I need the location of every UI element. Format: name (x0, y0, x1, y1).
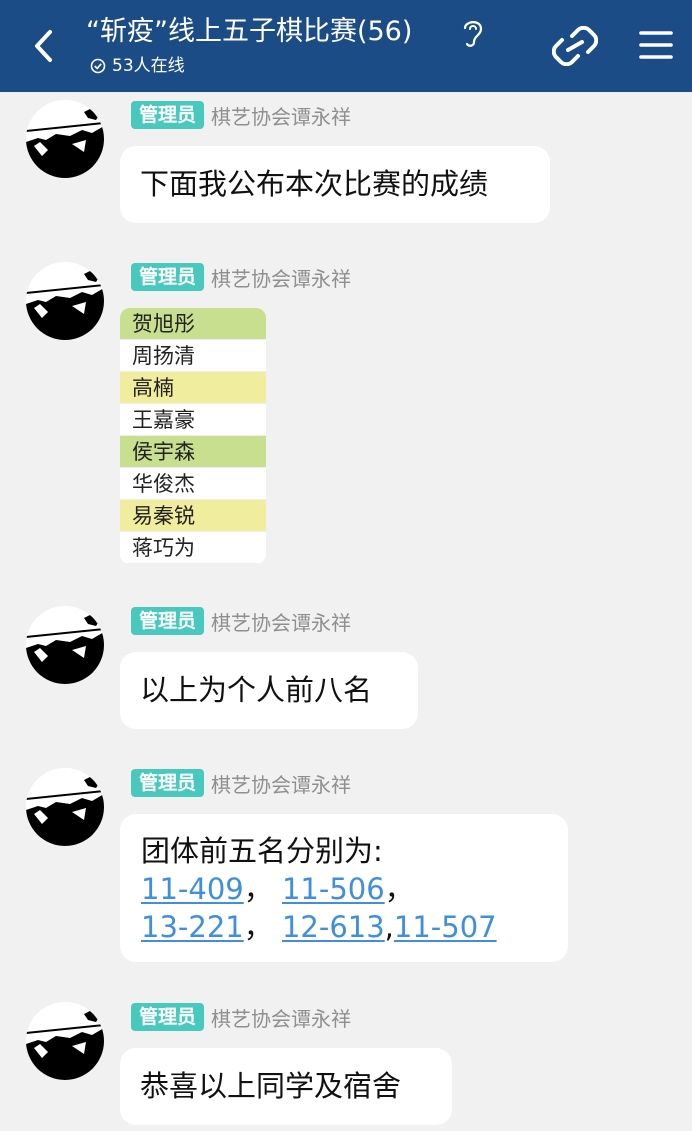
message-meta: 管理员 棋艺协会谭永祥 (131, 100, 351, 130)
avatar[interactable] (26, 262, 104, 340)
message-text: 以上为个人前八名 (140, 673, 373, 707)
ranking-row: 周扬清 (120, 340, 266, 372)
admin-badge: 管理员 (131, 769, 205, 797)
online-status: 53人在线 (90, 55, 185, 77)
message-bubble[interactable]: 下面我公布本次比赛的成绩 (120, 146, 550, 223)
team-link[interactable]: 11-409 (141, 872, 244, 906)
sender-name[interactable]: 棋艺协会谭永祥 (211, 1003, 351, 1032)
sender-name[interactable]: 棋艺协会谭永祥 (211, 263, 351, 292)
avatar[interactable] (26, 768, 104, 846)
message-item: 管理员 棋艺协会谭永祥 贺旭彤 周扬清 高楠 王嘉豪 侯宇森 华俊杰 易秦锐 蒋… (0, 262, 692, 572)
message-meta: 管理员 棋艺协会谭永祥 (131, 262, 351, 292)
separator: ， (243, 910, 273, 944)
online-count: 53人在线 (112, 56, 185, 76)
admin-badge: 管理员 (131, 1003, 205, 1031)
chat-header: “斩疫”线上五子棋比赛(56) 53人在线 (0, 0, 692, 92)
avatar[interactable] (26, 100, 104, 178)
menu-icon[interactable] (638, 28, 674, 62)
avatar[interactable] (26, 1002, 104, 1080)
sender-name[interactable]: 棋艺协会谭永祥 (211, 101, 351, 130)
chat-title: “斩疫”线上五子棋比赛(56) (86, 16, 413, 47)
admin-badge: 管理员 (131, 607, 205, 635)
message-text: 下面我公布本次比赛的成绩 (140, 167, 489, 201)
message-text: 团体前五名分别为: (141, 834, 383, 868)
message-line: 11-409， 11-506， (141, 870, 547, 908)
separator: , (384, 910, 394, 944)
message-meta: 管理员 棋艺协会谭永祥 (131, 768, 351, 798)
ranking-row: 高楠 (120, 372, 266, 404)
admin-badge: 管理员 (131, 101, 205, 129)
back-icon[interactable] (28, 26, 60, 66)
sender-name[interactable]: 棋艺协会谭永祥 (211, 607, 351, 636)
avatar[interactable] (26, 606, 104, 684)
ranking-row: 王嘉豪 (120, 404, 266, 436)
message-bubble[interactable]: 团体前五名分别为: 11-409， 11-506， 13-221， 12-613… (120, 814, 568, 962)
ranking-image[interactable]: 贺旭彤 周扬清 高楠 王嘉豪 侯宇森 华俊杰 易秦锐 蒋巧为 (120, 308, 266, 564)
message-line: 13-221， 12-613,11-507 (141, 908, 547, 946)
online-check-icon (90, 58, 106, 74)
team-link[interactable]: 13-221 (141, 910, 244, 944)
message-item: 管理员 棋艺协会谭永祥 以上为个人前八名 (0, 606, 692, 736)
message-bubble[interactable]: 恭喜以上同学及宿舍 (120, 1048, 452, 1125)
ranking-row: 蒋巧为 (120, 532, 266, 564)
ranking-row: 易秦锐 (120, 500, 266, 532)
separator: ， (243, 872, 273, 906)
ranking-row: 华俊杰 (120, 468, 266, 500)
team-link[interactable]: 12-613 (282, 910, 385, 944)
ear-icon[interactable] (460, 17, 486, 49)
link-icon[interactable] (552, 26, 598, 66)
team-link[interactable]: 11-507 (394, 910, 497, 944)
message-meta: 管理员 棋艺协会谭永祥 (131, 1002, 351, 1032)
ranking-row: 贺旭彤 (120, 308, 266, 340)
message-item: 管理员 棋艺协会谭永祥 恭喜以上同学及宿舍 (0, 1002, 692, 1131)
message-text: 恭喜以上同学及宿舍 (140, 1069, 402, 1103)
separator: ， (384, 872, 414, 906)
message-item: 管理员 棋艺协会谭永祥 下面我公布本次比赛的成绩 (0, 100, 692, 230)
message-bubble[interactable]: 以上为个人前八名 (120, 652, 418, 729)
message-item: 管理员 棋艺协会谭永祥 团体前五名分别为: 11-409， 11-506， 13… (0, 768, 692, 968)
team-link[interactable]: 11-506 (282, 872, 385, 906)
ranking-row: 侯宇森 (120, 436, 266, 468)
message-meta: 管理员 棋艺协会谭永祥 (131, 606, 351, 636)
admin-badge: 管理员 (131, 263, 205, 291)
sender-name[interactable]: 棋艺协会谭永祥 (211, 769, 351, 798)
